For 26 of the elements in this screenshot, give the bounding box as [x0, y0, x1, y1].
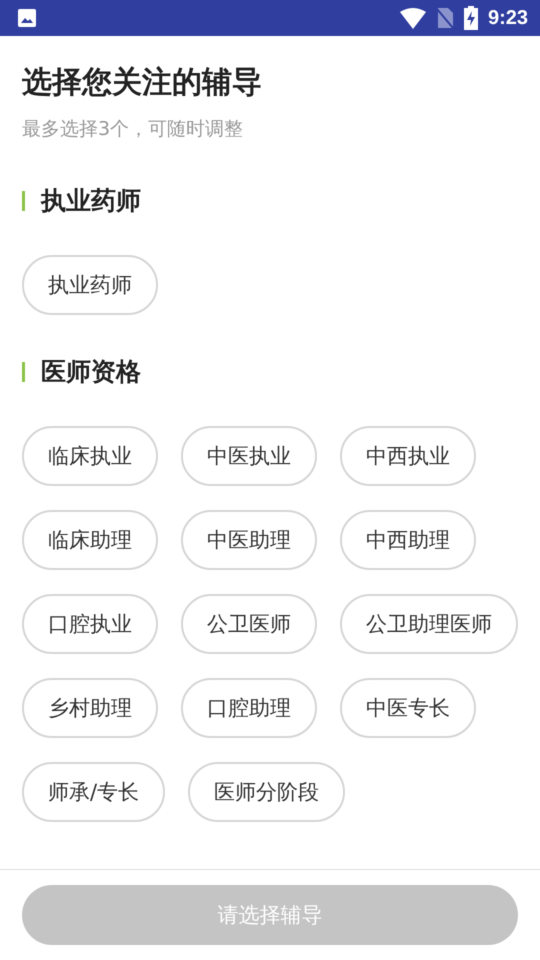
- section-marker: [22, 190, 25, 210]
- wifi-icon: [400, 8, 426, 28]
- option-chip[interactable]: 医师分阶段: [188, 762, 346, 822]
- option-chip[interactable]: 中西助理: [340, 510, 476, 570]
- option-chip[interactable]: 中医助理: [181, 510, 317, 570]
- page-subtitle: 最多选择3个，可随时调整: [22, 117, 244, 142]
- option-chip[interactable]: 中西执业: [340, 426, 476, 486]
- section-title: 执业药师: [41, 185, 141, 217]
- option-chip[interactable]: 临床执业: [22, 426, 158, 486]
- section-marker: [22, 362, 25, 382]
- battery-charging-icon: [464, 6, 478, 30]
- no-sim-icon: [436, 7, 454, 29]
- option-chip[interactable]: 口腔助理: [181, 678, 317, 738]
- option-chip[interactable]: 公卫助理医师: [340, 594, 518, 654]
- option-chip[interactable]: 临床助理: [22, 510, 158, 570]
- option-chip[interactable]: 口腔执业: [22, 594, 158, 654]
- section-title: 医师资格: [41, 356, 141, 388]
- clock-time: 9:23: [488, 6, 528, 30]
- option-chip[interactable]: 执业药师: [22, 255, 158, 315]
- option-chip[interactable]: 乡村助理: [22, 678, 158, 738]
- image-icon: [17, 8, 37, 28]
- page-title: 选择您关注的辅导: [22, 64, 263, 102]
- option-chip[interactable]: 中医专长: [340, 678, 476, 738]
- option-chip[interactable]: 中医执业: [181, 426, 317, 486]
- option-chip[interactable]: 师承/专长: [22, 762, 166, 822]
- option-chip[interactable]: 公卫医师: [181, 594, 317, 654]
